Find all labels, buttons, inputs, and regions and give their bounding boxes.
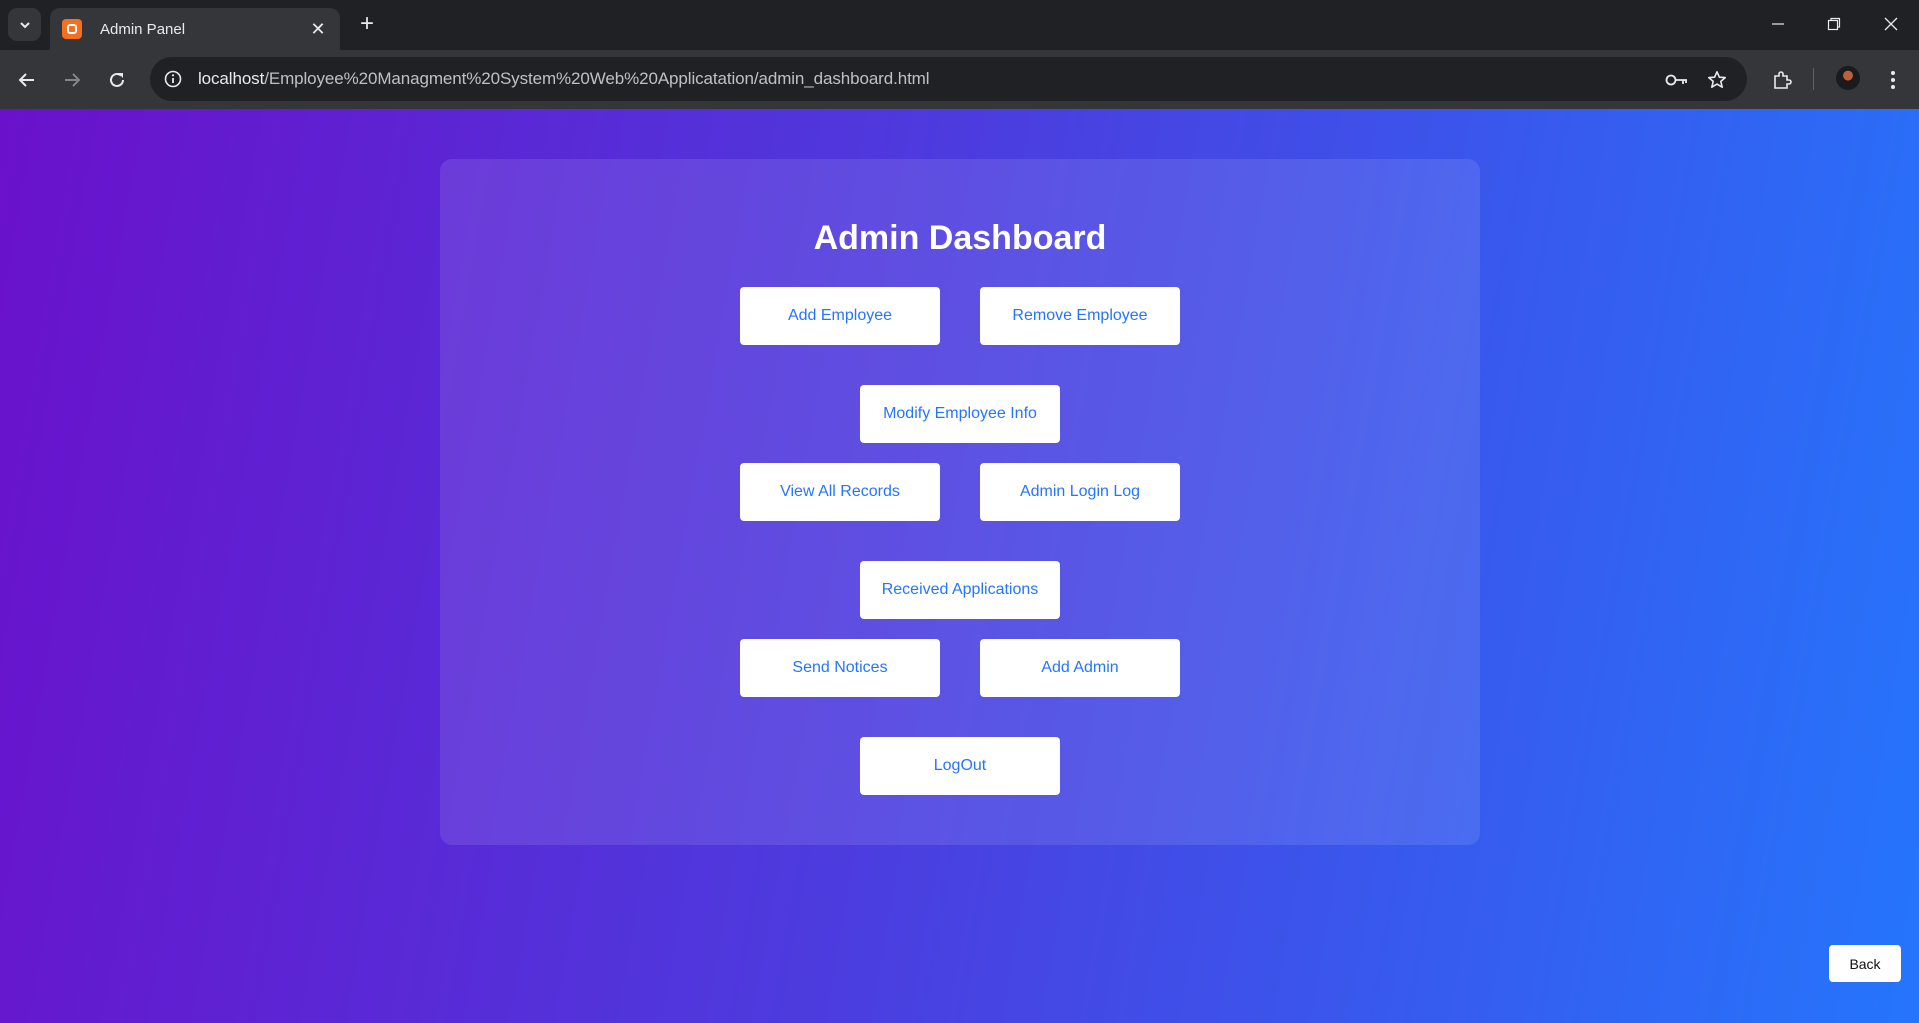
url-text: localhost/Employee%20Managment%20System%… <box>198 69 930 88</box>
forward-arrow-icon[interactable] <box>57 65 87 95</box>
window-close-icon[interactable] <box>1871 6 1911 42</box>
browser-toolbar: localhost/Employee%20Managment%20System%… <box>0 50 1919 109</box>
key-icon[interactable] <box>1665 68 1689 92</box>
add-admin-button[interactable]: Add Admin <box>980 639 1180 697</box>
tab-title: Admin Panel <box>100 20 186 38</box>
favicon-icon <box>62 19 82 39</box>
view-records-button[interactable]: View All Records <box>740 463 940 521</box>
star-icon[interactable] <box>1705 68 1729 92</box>
logout-button[interactable]: LogOut <box>860 737 1060 795</box>
restore-icon[interactable] <box>1814 6 1854 42</box>
received-applications-button[interactable]: Received Applications <box>860 561 1060 619</box>
tab-strip: Admin Panel ✕ + <box>0 0 1919 50</box>
minimize-icon[interactable] <box>1758 6 1798 42</box>
address-bar[interactable]: localhost/Employee%20Managment%20System%… <box>150 57 1747 101</box>
tab-search-icon[interactable] <box>8 8 41 41</box>
reload-icon[interactable] <box>102 65 132 95</box>
close-icon[interactable]: ✕ <box>308 19 328 40</box>
kebab-menu-icon[interactable] <box>1878 65 1908 95</box>
login-log-button[interactable]: Admin Login Log <box>980 463 1180 521</box>
modify-employee-button[interactable]: Modify Employee Info <box>860 385 1060 443</box>
page-viewport: Admin Dashboard Add Employee Remove Empl… <box>0 109 1919 1023</box>
dashboard-panel: Admin Dashboard Add Employee Remove Empl… <box>440 159 1480 845</box>
toolbar-divider <box>1813 68 1814 90</box>
send-notices-button[interactable]: Send Notices <box>740 639 940 697</box>
plus-icon[interactable]: + <box>353 10 381 38</box>
profile-avatar[interactable] <box>1836 66 1860 90</box>
tab-admin-panel[interactable]: Admin Panel ✕ <box>50 8 340 50</box>
page-title: Admin Dashboard <box>813 219 1107 257</box>
site-info-icon[interactable] <box>162 68 184 90</box>
extensions-icon[interactable] <box>1767 65 1797 95</box>
back-button[interactable]: Back <box>1829 945 1901 982</box>
remove-employee-button[interactable]: Remove Employee <box>980 287 1180 345</box>
back-arrow-icon[interactable] <box>12 65 42 95</box>
add-employee-button[interactable]: Add Employee <box>740 287 940 345</box>
